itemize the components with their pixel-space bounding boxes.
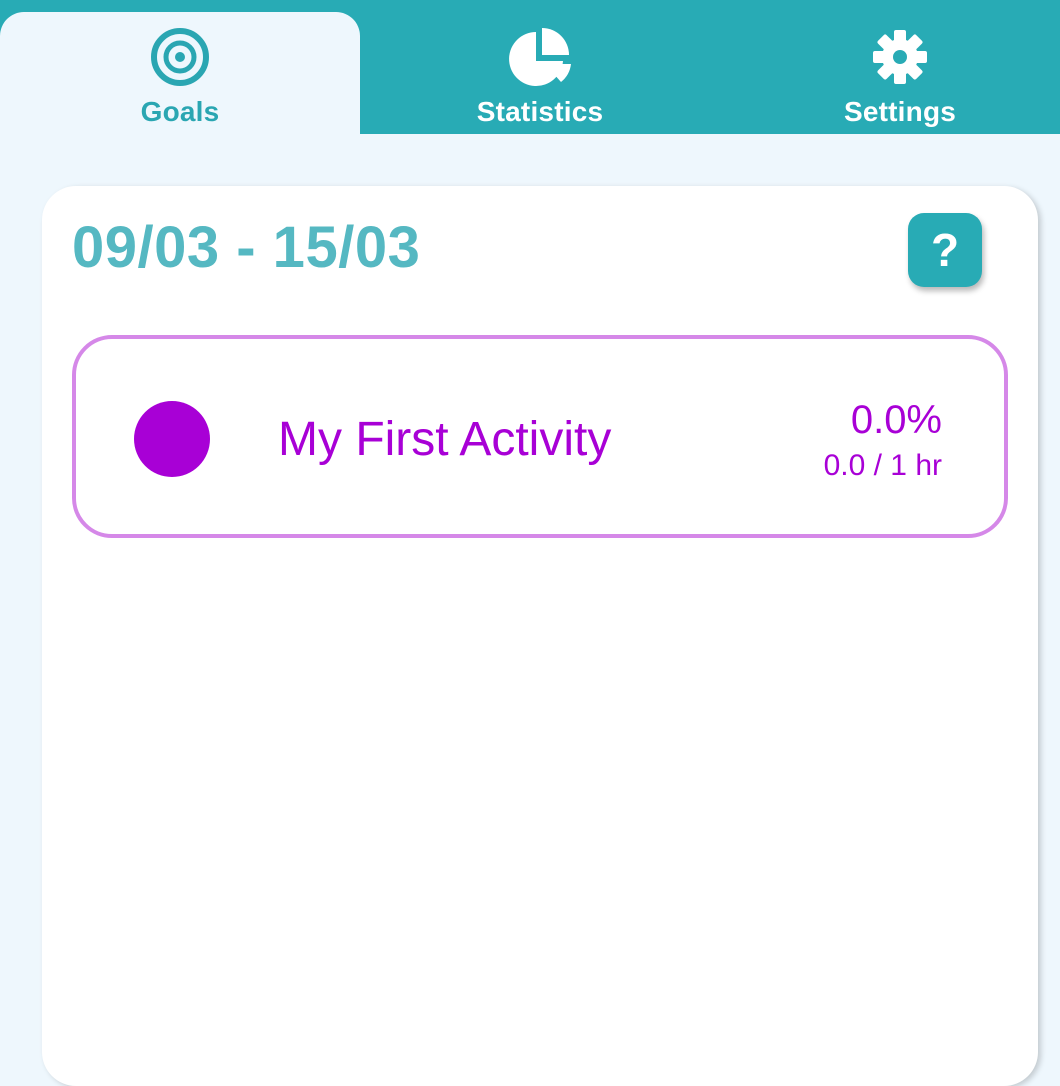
tab-statistics[interactable]: Statistics xyxy=(360,0,720,134)
tab-statistics-label: Statistics xyxy=(476,96,604,127)
tab-settings-label: Settings xyxy=(843,96,957,127)
tab-settings[interactable]: Settings xyxy=(720,0,1060,134)
activity-name: My First Activity xyxy=(278,413,612,466)
activity-card[interactable]: My First Activity 0.0% 0.0 / 1 hr xyxy=(72,335,1008,538)
tab-bar: Goals Statistics Settings xyxy=(0,0,1060,134)
tab-goals[interactable]: Goals xyxy=(0,12,360,134)
target-icon xyxy=(151,28,209,86)
activity-color-dot xyxy=(134,401,210,477)
gear-icon xyxy=(873,30,927,84)
pie-chart-icon xyxy=(509,28,571,86)
help-button[interactable]: ? xyxy=(908,213,982,287)
goals-card: 09/03 - 15/03 ? My First Activity 0.0% 0… xyxy=(42,186,1038,1086)
tab-goals-label: Goals xyxy=(140,96,220,127)
help-icon: ? xyxy=(930,224,960,276)
activity-progress: 0.0 / 1 hr xyxy=(823,449,942,482)
date-range-title: 09/03 - 15/03 xyxy=(72,215,421,280)
activity-percent: 0.0% xyxy=(850,398,942,442)
